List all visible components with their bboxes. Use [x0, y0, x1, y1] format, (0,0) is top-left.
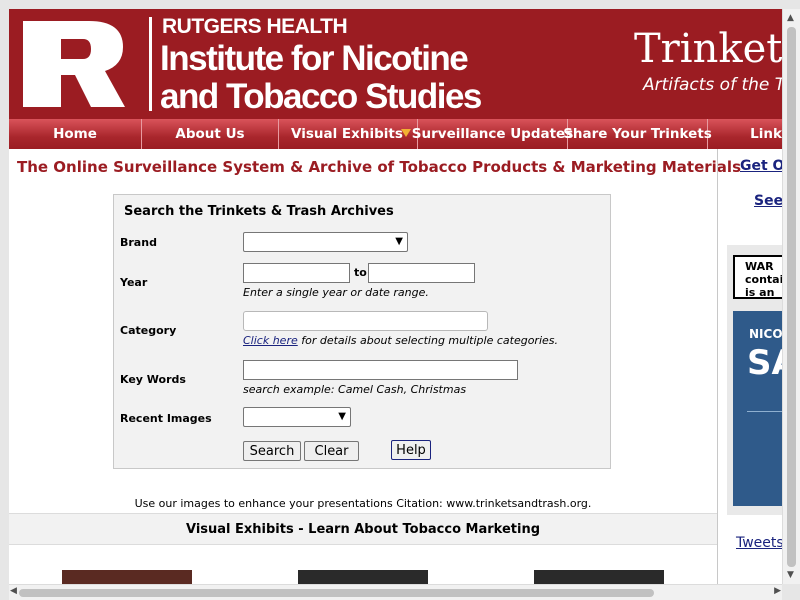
keywords-label: Key Words: [120, 373, 186, 386]
ad-big-text: SAT: [747, 343, 782, 383]
horizontal-scroll-thumb[interactable]: [19, 589, 654, 597]
header-divider: [149, 17, 152, 111]
keywords-input[interactable]: [243, 360, 518, 380]
vertical-scrollbar[interactable]: ▲ ▼: [782, 9, 800, 584]
category-label: Category: [120, 324, 177, 337]
chevron-down-icon: ▼: [338, 411, 346, 422]
category-help-link[interactable]: Click here: [243, 334, 298, 347]
brand-select[interactable]: ▼: [243, 232, 408, 252]
ad-warning-label: WAR contai is an: [733, 255, 782, 299]
horizontal-scrollbar[interactable]: ◀ ▶: [9, 584, 782, 600]
search-form: Search the Trinkets & Trash Archives Bra…: [113, 194, 611, 469]
exhibit-thumbnail[interactable]: [62, 570, 192, 584]
search-form-title: Search the Trinkets & Trash Archives: [124, 204, 394, 219]
right-sidebar: Get Ou See WAR contai is an NICO SAT Twe…: [717, 149, 782, 584]
visual-exhibits-heading: Visual Exhibits - Learn About Tobacco Ma…: [9, 513, 717, 545]
site-subtitle: Artifacts of the To: [643, 75, 782, 95]
nav-share-trinkets[interactable]: Share Your Trinkets: [563, 119, 712, 149]
citation-text: Use our images to enhance your presentat…: [134, 497, 592, 510]
nav-visual-exhibits-label: Visual Exhibits: [291, 126, 403, 142]
ad-warning-text: WAR contai is an: [745, 260, 782, 299]
nav-links[interactable]: Link: [708, 119, 782, 149]
scroll-down-icon[interactable]: ▼: [787, 570, 794, 580]
keywords-hint: search example: Camel Cash, Christmas: [243, 383, 467, 396]
vertical-scroll-thumb[interactable]: [787, 27, 796, 567]
chevron-down-icon: ▼: [395, 236, 403, 247]
ad-product-image: NICO SAT: [733, 311, 782, 506]
category-hint-text: for details about selecting multiple cat…: [297, 334, 559, 347]
year-from-input[interactable]: [243, 263, 350, 283]
year-hint: Enter a single year or date range.: [243, 286, 429, 299]
category-input[interactable]: [243, 311, 488, 331]
nav-about-us[interactable]: About Us: [142, 119, 279, 149]
year-label: Year: [120, 276, 148, 289]
page: RUTGERS HEALTH Institute for Nicotine an…: [9, 9, 782, 584]
page-title: The Online Surveillance System & Archive…: [17, 158, 741, 176]
nav-surveillance-updates[interactable]: Surveillance Updates: [412, 119, 573, 149]
year-to-input[interactable]: [368, 263, 475, 283]
exhibit-thumbnail[interactable]: [534, 570, 664, 584]
recent-images-select[interactable]: ▼: [243, 407, 351, 427]
site-title[interactable]: Trinkets: [634, 26, 782, 72]
org-top: RUTGERS HEALTH: [162, 15, 348, 38]
exhibit-thumbnail[interactable]: [298, 570, 428, 584]
recent-images-label: Recent Images: [120, 412, 212, 425]
category-hint: Click here for details about selecting m…: [243, 334, 558, 347]
nav-home[interactable]: Home: [9, 119, 142, 149]
ad-decoration: [747, 411, 782, 472]
main-nav: Home About Us Visual Exhibits Surveillan…: [9, 119, 782, 149]
sidebar-ad[interactable]: WAR contai is an NICO SAT: [727, 245, 782, 515]
org-line1: Institute for Nicotine: [160, 39, 469, 78]
clear-button[interactable]: Clear: [304, 441, 359, 461]
scroll-up-icon[interactable]: ▲: [787, 13, 794, 23]
site-header: RUTGERS HEALTH Institute for Nicotine an…: [9, 9, 782, 119]
rutgers-r-logo[interactable]: [19, 17, 129, 111]
year-to-label: to: [354, 266, 367, 279]
dropdown-caret-icon: [401, 129, 411, 137]
search-button[interactable]: Search: [243, 441, 301, 461]
sidebar-link-see[interactable]: See: [754, 193, 782, 209]
help-button[interactable]: Help: [391, 440, 431, 460]
nav-visual-exhibits[interactable]: Visual Exhibits: [279, 119, 418, 149]
scroll-left-icon[interactable]: ◀: [10, 586, 17, 596]
sidebar-link-get-out[interactable]: Get Ou: [740, 158, 782, 174]
tweets-link[interactable]: Tweets: [736, 535, 782, 551]
org-line2: and Tobacco Studies: [160, 77, 482, 116]
ad-brand-text: NICO: [749, 327, 782, 341]
brand-label: Brand: [120, 236, 157, 249]
scroll-right-icon[interactable]: ▶: [774, 586, 781, 596]
